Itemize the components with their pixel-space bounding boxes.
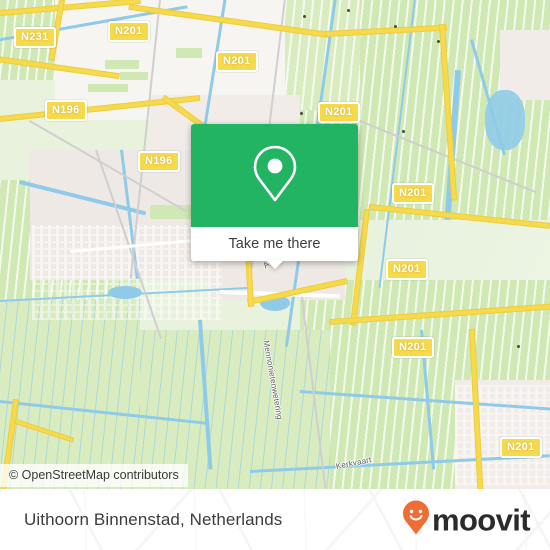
moovit-wordmark: moovit: [431, 502, 531, 537]
road-shield-n196-left: N196: [45, 100, 87, 121]
map-poi-marker: [303, 15, 306, 18]
card-pointer-arrow: [265, 260, 284, 269]
take-me-there-label: Take me there: [228, 236, 321, 252]
moovit-logo[interactable]: moovit: [401, 499, 531, 540]
map-park-patch: [88, 84, 128, 92]
road-shield-n201-upper-right: N201: [318, 102, 360, 123]
road-shield-n201-top: N201: [108, 21, 150, 42]
map-park-patch: [150, 205, 194, 219]
map-pin-icon: [248, 142, 302, 209]
map-canvas[interactable]: Amstel Drechtkanaal Mennonietenwetering …: [0, 0, 550, 489]
map-park-patch: [120, 72, 148, 80]
road-shield-n196-center: N196: [138, 151, 180, 172]
road-shield-n231: N231: [14, 27, 56, 48]
road-shield-n201-mid-right: N201: [386, 259, 428, 280]
moovit-smiley-pin-icon: [401, 499, 431, 540]
map-park-patch: [176, 48, 202, 58]
road-shield-n201-right: N201: [392, 183, 434, 204]
map-poi-marker: [402, 130, 405, 133]
map-poi-marker: [347, 9, 350, 12]
map-block-texture: [455, 385, 550, 485]
map-poi-marker: [394, 25, 397, 28]
road-shield-n201-lower-right: N201: [392, 337, 434, 358]
osm-attribution[interactable]: © OpenStreetMap contributors: [0, 464, 188, 487]
card-header: [191, 124, 358, 227]
map-poi-marker: [300, 112, 303, 115]
map-park-patch: [105, 60, 139, 69]
take-me-there-card[interactable]: Take me there: [191, 124, 358, 269]
footer-bar: Uithoorn Binnenstad, Netherlands moovit: [0, 489, 550, 550]
map-water-body: [485, 90, 525, 150]
map-poi-marker: [517, 345, 520, 348]
road-shield-n201-bottom-right: N201: [500, 437, 542, 458]
map-water-body: [108, 286, 142, 299]
road-shield-n201-top-right: N201: [216, 51, 258, 72]
location-title: Uithoorn Binnenstad, Netherlands: [24, 509, 283, 529]
take-me-there-button[interactable]: Take me there: [191, 227, 358, 261]
screenshot-frame: Amstel Drechtkanaal Mennonietenwetering …: [0, 0, 550, 550]
map-poi-marker: [437, 40, 440, 43]
